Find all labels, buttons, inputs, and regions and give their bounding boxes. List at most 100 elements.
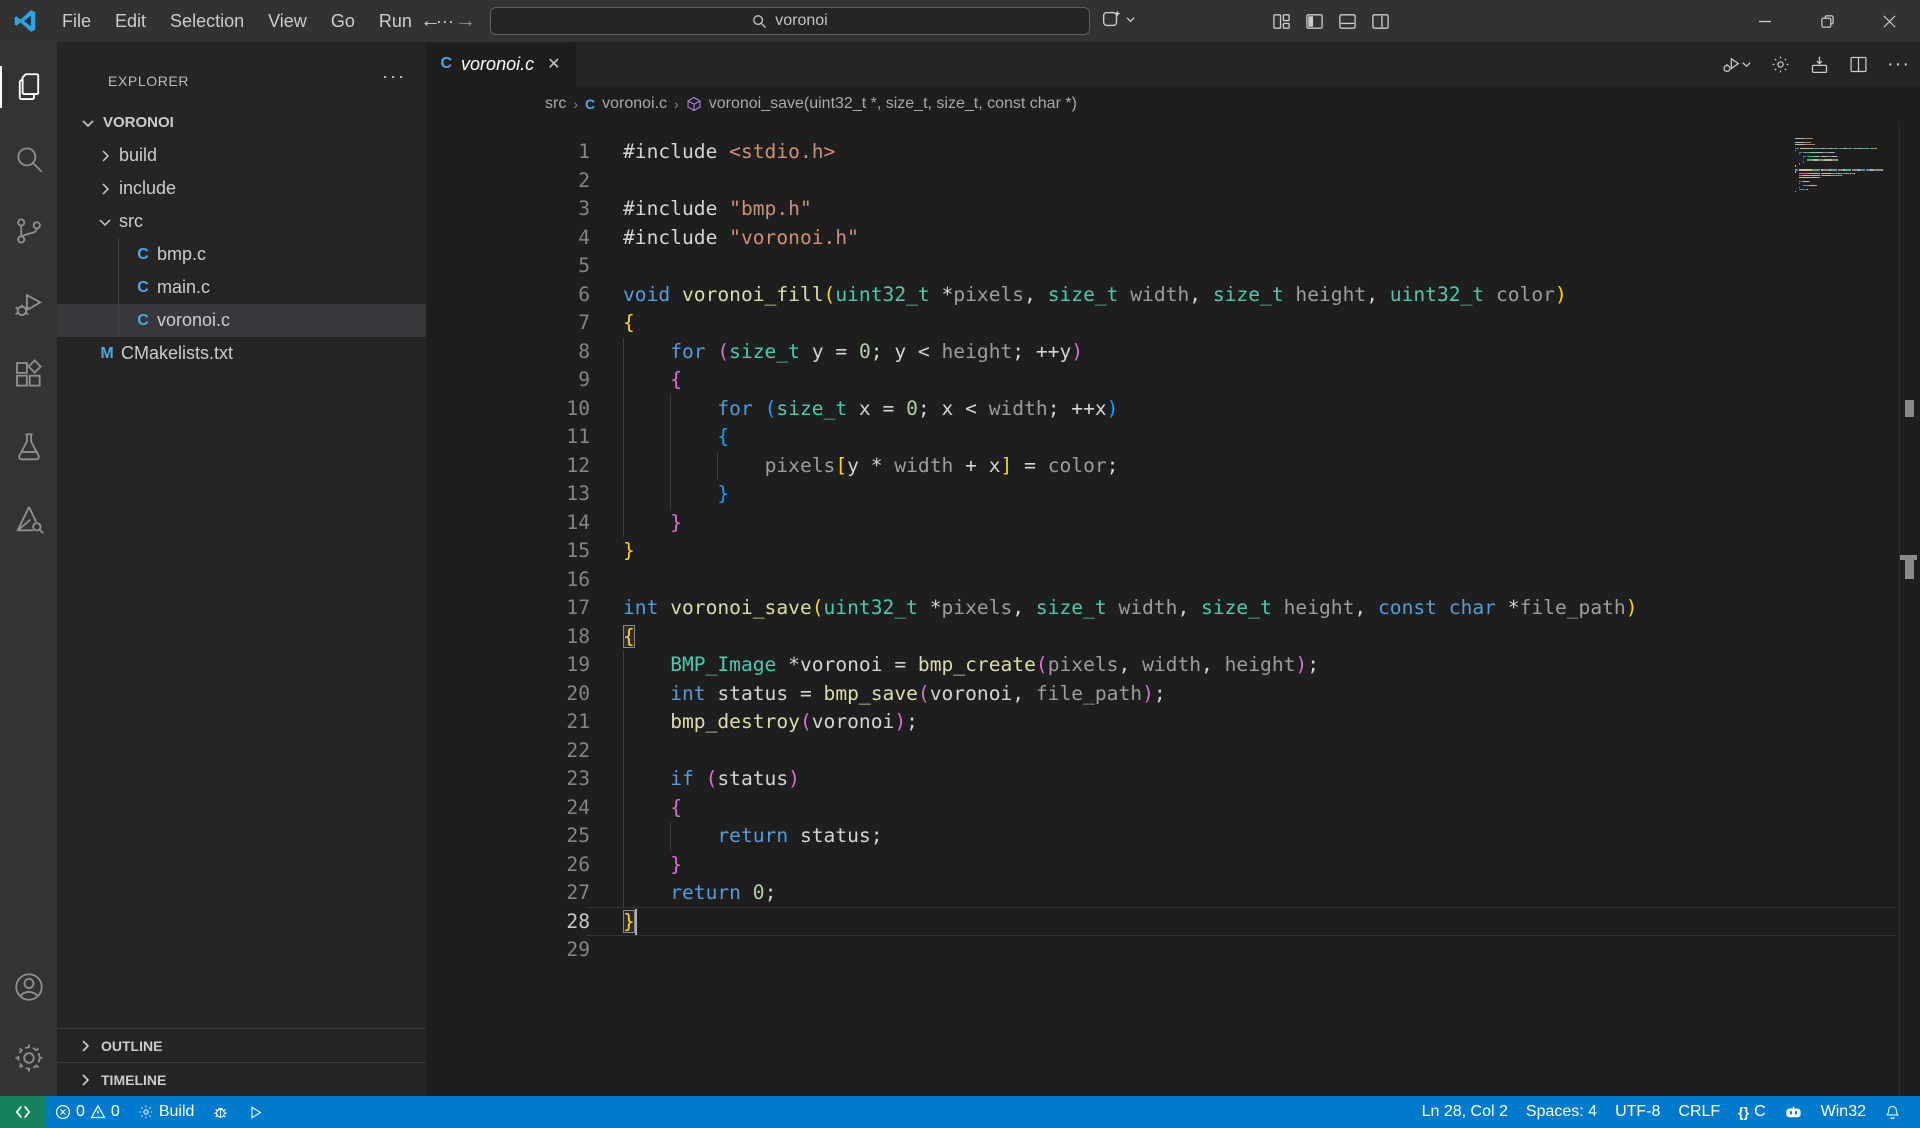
code-line-2[interactable]: 2	[426, 167, 1920, 196]
tree-item-build[interactable]: build	[57, 139, 426, 172]
cmake-build-button[interactable]: Build	[129, 1096, 204, 1128]
toggle-secondary-sidebar-icon[interactable]	[1371, 12, 1390, 31]
notifications-bell[interactable]	[1875, 1096, 1910, 1128]
copilot-status[interactable]	[1775, 1096, 1812, 1128]
code-line-18[interactable]: 18{	[426, 623, 1920, 652]
code-line-19[interactable]: 19 BMP_Image *voronoi = bmp_create(pixel…	[426, 651, 1920, 680]
overview-ruler-mark	[1905, 560, 1914, 579]
code-line-16[interactable]: 16	[426, 566, 1920, 595]
breadcrumb-symbol[interactable]: voronoi_save(uint32_t *, size_t, size_t,…	[709, 95, 1077, 113]
code-line-26[interactable]: 26 }	[426, 851, 1920, 880]
activitybar-extensions[interactable]	[0, 351, 57, 399]
code-line-10[interactable]: 10 for (size_t x = 0; x < width; ++x)	[426, 395, 1920, 424]
menu-view[interactable]: View	[258, 7, 317, 36]
timeline-section[interactable]: TIMELINE	[57, 1062, 426, 1096]
code-line-24[interactable]: 24 {	[426, 794, 1920, 823]
menu-run[interactable]: Run	[369, 7, 422, 36]
run-or-debug-button[interactable]	[1720, 54, 1752, 75]
minimap[interactable]	[1795, 138, 1887, 258]
menu-edit[interactable]: Edit	[105, 7, 156, 36]
code-line-text: pixels[y * width + x] = color;	[623, 452, 1118, 481]
split-editor-icon[interactable]	[1848, 54, 1869, 75]
tab-close-icon[interactable]: ✕	[547, 54, 560, 74]
toggle-panel-icon[interactable]	[1338, 12, 1357, 31]
menu-selection[interactable]: Selection	[160, 7, 254, 36]
folder-section-header[interactable]: VORONOI	[57, 106, 426, 139]
code-editor[interactable]: 1#include <stdio.h>23#include "bmp.h"4#i…	[426, 122, 1920, 1096]
activitybar-testing[interactable]	[0, 423, 57, 471]
activitybar-search[interactable]	[0, 135, 57, 183]
copilot-menu[interactable]	[1100, 8, 1136, 30]
menu-go[interactable]: Go	[321, 7, 365, 36]
code-line-14[interactable]: 14 }	[426, 509, 1920, 538]
text-cursor	[635, 909, 637, 935]
activitybar-source-control[interactable]	[0, 207, 57, 255]
code-line-23[interactable]: 23 if (status)	[426, 765, 1920, 794]
activitybar-cmake[interactable]	[0, 495, 57, 543]
tree-item-voronoi-c[interactable]: Cvoronoi.c	[57, 304, 426, 337]
code-line-13[interactable]: 13 }	[426, 480, 1920, 509]
code-line-27[interactable]: 27 return 0;	[426, 879, 1920, 908]
code-token: {	[717, 425, 729, 448]
breadcrumb-folder[interactable]: src	[545, 95, 566, 113]
code-line-12[interactable]: 12 pixels[y * width + x] = color;	[426, 452, 1920, 481]
code-line-5[interactable]: 5	[426, 252, 1920, 281]
code-line-8[interactable]: 8 for (size_t y = 0; y < height; ++y)	[426, 338, 1920, 367]
explorer-more-actions-icon[interactable]: ···	[382, 66, 406, 87]
code-line-1[interactable]: 1#include <stdio.h>	[426, 138, 1920, 167]
export-box-icon[interactable]	[1809, 54, 1830, 75]
code-line-17[interactable]: 17int voronoi_save(uint32_t *pixels, siz…	[426, 594, 1920, 623]
cursor-position[interactable]: Ln 28, Col 2	[1413, 1096, 1517, 1128]
code-line-21[interactable]: 21 bmp_destroy(voronoi);	[426, 708, 1920, 737]
code-line-28[interactable]: 28}	[426, 908, 1920, 937]
settings-button[interactable]	[0, 1034, 57, 1082]
tree-item-bmp-c[interactable]: Cbmp.c	[57, 238, 426, 271]
command-center-search[interactable]: voronoi	[490, 7, 1090, 35]
activitybar-run-debug[interactable]	[0, 279, 57, 327]
extensions-icon	[12, 358, 46, 392]
debug-target-button[interactable]	[203, 1096, 238, 1128]
eol-setting[interactable]: CRLF	[1669, 1096, 1729, 1128]
code-line-25[interactable]: 25 return status;	[426, 822, 1920, 851]
toggle-primary-sidebar-icon[interactable]	[1305, 12, 1324, 31]
code-line-9[interactable]: 9 {	[426, 366, 1920, 395]
code-line-3[interactable]: 3#include "bmp.h"	[426, 195, 1920, 224]
configure-gear-icon[interactable]	[1770, 54, 1791, 75]
tree-item-main-c[interactable]: Cmain.c	[57, 271, 426, 304]
activitybar-explorer[interactable]	[0, 63, 57, 111]
minimap-line	[1860, 169, 1865, 170]
minimize-button[interactable]	[1734, 0, 1796, 42]
remote-indicator[interactable]	[0, 1096, 46, 1128]
customize-layout-icon[interactable]	[1272, 12, 1291, 31]
indentation-setting[interactable]: Spaces: 4	[1517, 1096, 1606, 1128]
code-line-15[interactable]: 15}	[426, 537, 1920, 566]
breadcrumb-file[interactable]: voronoi.c	[602, 95, 667, 113]
code-line-text: if (status)	[623, 765, 800, 794]
outline-section[interactable]: OUTLINE	[57, 1028, 426, 1062]
code-line-20[interactable]: 20 int status = bmp_save(voronoi, file_p…	[426, 680, 1920, 709]
code-line-7[interactable]: 7{	[426, 309, 1920, 338]
more-actions-icon[interactable]: ···	[1887, 53, 1910, 76]
tree-item-include[interactable]: include	[57, 172, 426, 205]
accounts-button[interactable]	[0, 963, 57, 1011]
restore-button[interactable]	[1796, 0, 1858, 42]
close-button[interactable]	[1858, 0, 1920, 42]
nav-back-icon[interactable]: ←	[420, 9, 441, 33]
code-token: ,	[1177, 596, 1201, 619]
code-token: voronoi	[930, 682, 1013, 705]
code-line-22[interactable]: 22	[426, 737, 1920, 766]
tree-item-cmakelists-txt[interactable]: MCMakelists.txt	[57, 337, 426, 370]
encoding-setting[interactable]: UTF-8	[1606, 1096, 1669, 1128]
code-line-6[interactable]: 6void voronoi_fill(uint32_t *pixels, siz…	[426, 281, 1920, 310]
tree-item-src[interactable]: src	[57, 205, 426, 238]
menu-file[interactable]: File	[52, 7, 101, 36]
launch-target-button[interactable]	[238, 1096, 273, 1128]
nav-forward-icon[interactable]: →	[455, 9, 476, 33]
language-mode[interactable]: {} C	[1729, 1096, 1774, 1128]
code-line-11[interactable]: 11 {	[426, 423, 1920, 452]
problems-indicator[interactable]: 0 0	[46, 1096, 129, 1128]
tab-voronoi-c[interactable]: C voronoi.c ✕	[426, 42, 576, 86]
code-line-29[interactable]: 29	[426, 936, 1920, 965]
code-line-4[interactable]: 4#include "voronoi.h"	[426, 224, 1920, 253]
platform-indicator[interactable]: Win32	[1812, 1096, 1875, 1128]
